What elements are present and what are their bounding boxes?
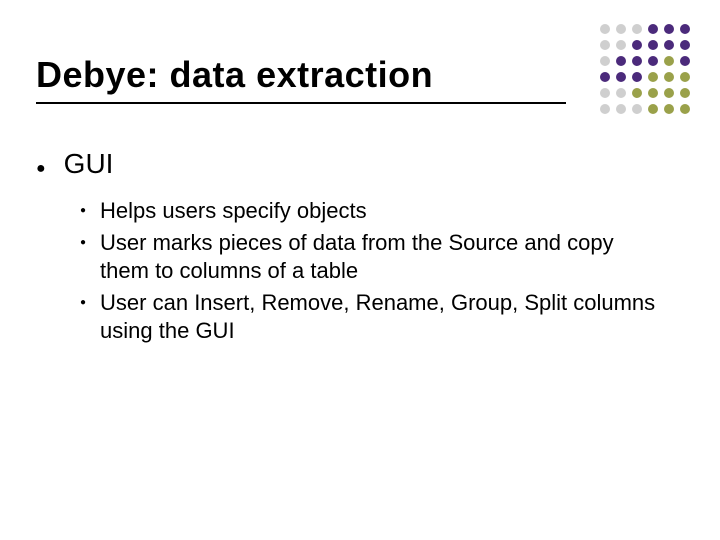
bullet-level2: ● User marks pieces of data from the Sou…	[80, 229, 676, 285]
dot-icon	[648, 24, 658, 34]
dot-icon	[664, 56, 674, 66]
dot-icon	[680, 104, 690, 114]
dot-icon	[680, 56, 690, 66]
dot-icon	[632, 72, 642, 82]
bullet-level2-text: User marks pieces of data from the Sourc…	[100, 229, 660, 285]
bullet-icon: ●	[80, 231, 86, 255]
dot-icon	[680, 88, 690, 98]
bullet-icon: ●	[80, 291, 86, 315]
slide-title: Debye: data extraction	[36, 54, 433, 96]
dot-icon	[616, 88, 626, 98]
dot-icon	[664, 104, 674, 114]
dot-icon	[600, 40, 610, 50]
dot-icon	[600, 104, 610, 114]
dot-icon	[600, 72, 610, 82]
dot-icon	[632, 24, 642, 34]
dot-icon	[648, 56, 658, 66]
dot-icon	[680, 72, 690, 82]
dot-icon	[632, 88, 642, 98]
dot-icon	[664, 88, 674, 98]
dot-icon	[600, 24, 610, 34]
dot-icon	[664, 24, 674, 34]
dot-icon	[616, 72, 626, 82]
bullet-level2: ● User can Insert, Remove, Rename, Group…	[80, 289, 676, 345]
bullet-level1: ● GUI	[36, 148, 676, 183]
dot-icon	[616, 40, 626, 50]
bullet-level2-text: User can Insert, Remove, Rename, Group, …	[100, 289, 660, 345]
dot-icon	[680, 40, 690, 50]
dot-icon	[664, 72, 674, 82]
bullet-icon: ●	[80, 199, 86, 223]
dot-icon	[616, 24, 626, 34]
dot-icon	[648, 104, 658, 114]
dot-icon	[664, 40, 674, 50]
slide-body: ● GUI ● Helps users specify objects ● Us…	[36, 148, 676, 349]
bullet-level2-text: Helps users specify objects	[100, 197, 367, 225]
title-underline	[36, 102, 566, 104]
bullet-level2: ● Helps users specify objects	[80, 197, 676, 225]
dot-icon	[632, 56, 642, 66]
dot-icon	[648, 72, 658, 82]
dot-icon	[648, 88, 658, 98]
slide: Debye: data extraction ● GUI ● Helps use…	[0, 0, 720, 540]
bullet-level1-text: GUI	[64, 148, 114, 180]
dot-icon	[616, 56, 626, 66]
dot-icon	[600, 56, 610, 66]
dot-icon	[680, 24, 690, 34]
dot-icon	[648, 40, 658, 50]
bullet-icon: ●	[36, 155, 46, 183]
dot-icon	[632, 104, 642, 114]
decorative-dot-grid	[594, 24, 690, 120]
dot-icon	[600, 88, 610, 98]
dot-icon	[616, 104, 626, 114]
dot-icon	[632, 40, 642, 50]
